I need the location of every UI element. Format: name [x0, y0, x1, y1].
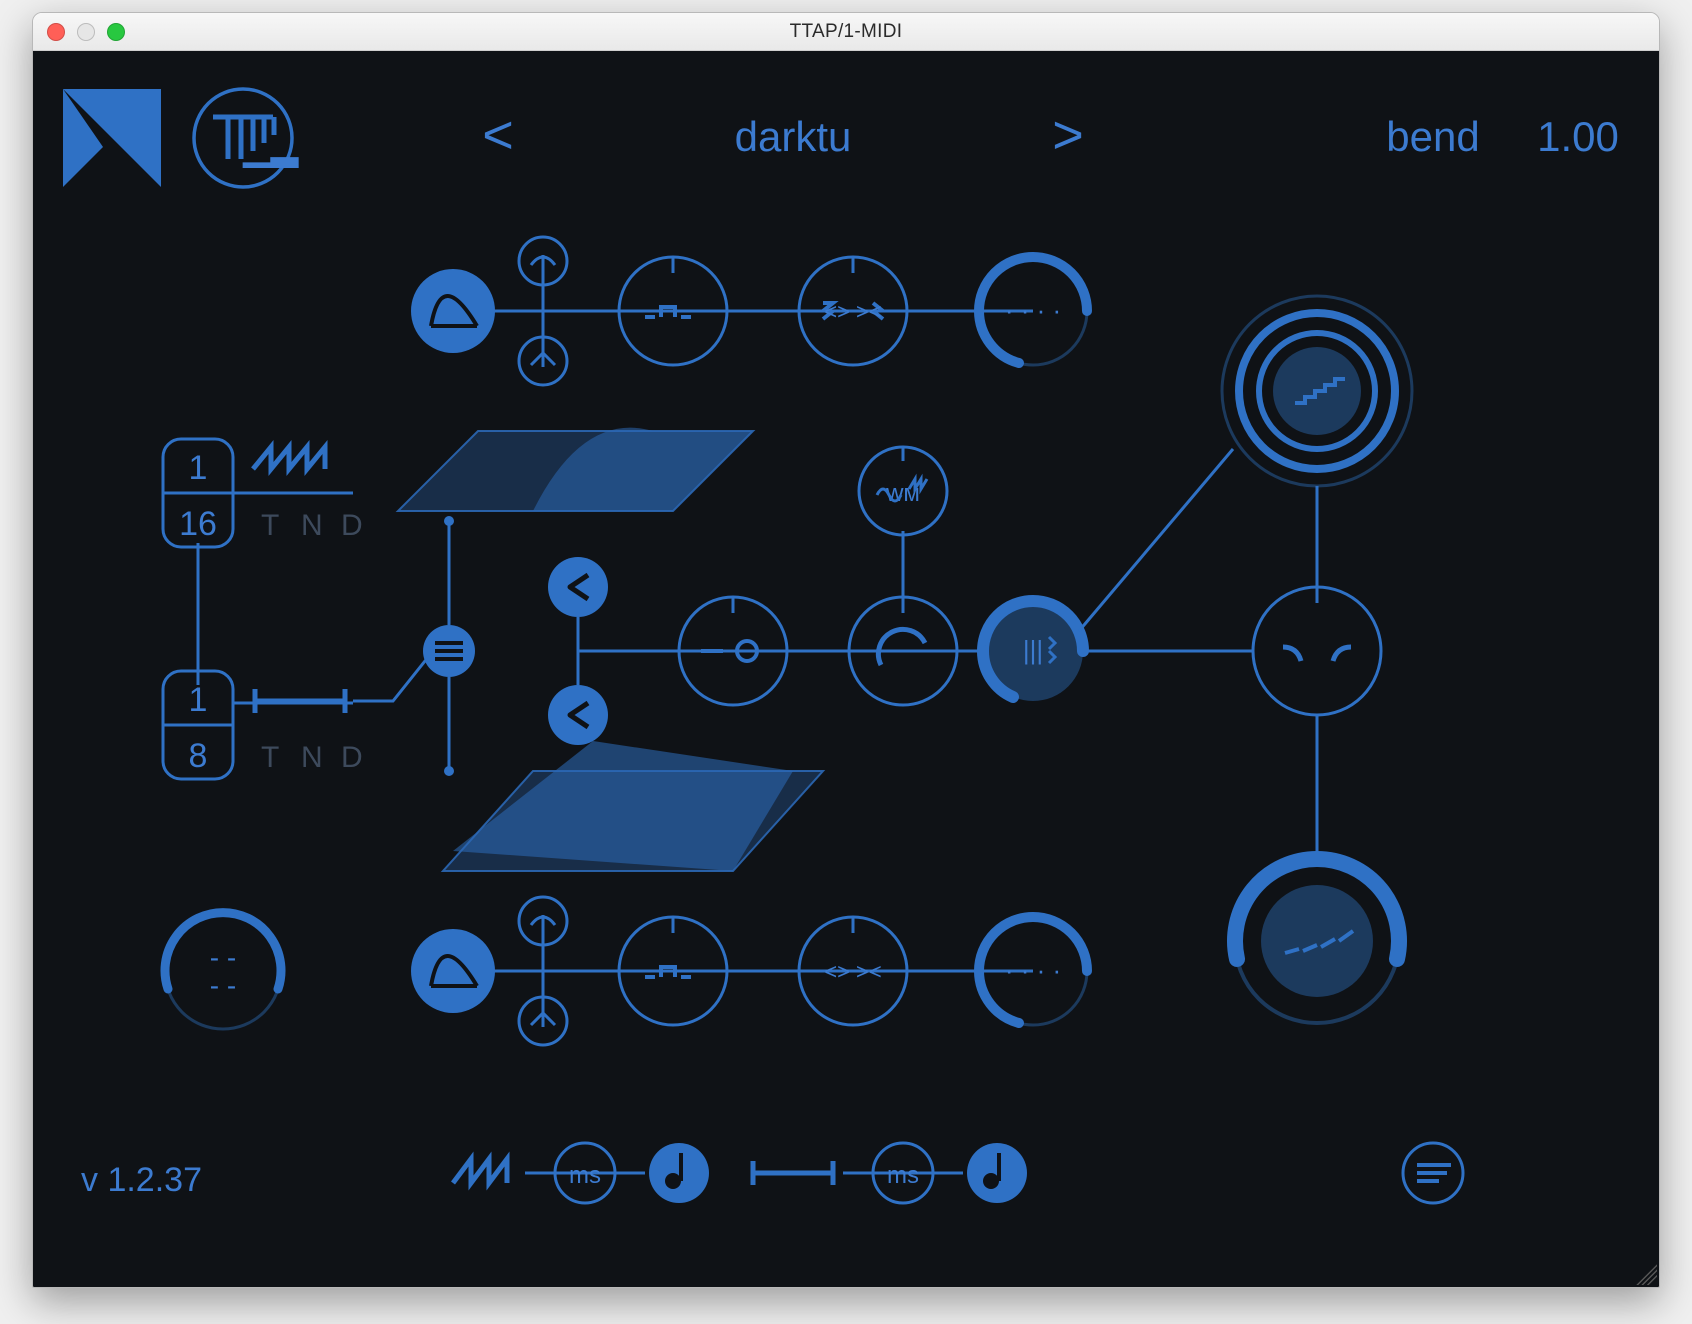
knob-output-b[interactable]	[1235, 859, 1399, 1023]
preset-prev-button[interactable]: <	[482, 105, 514, 165]
time-b-mode-n[interactable]: N	[301, 741, 323, 774]
knob-filter[interactable]	[1253, 587, 1381, 715]
minimize-icon[interactable]	[77, 23, 95, 41]
footer-note-1-button[interactable]	[649, 1143, 709, 1203]
time-a-mode-t[interactable]: T	[261, 509, 279, 542]
time-a-mode-n[interactable]: N	[301, 509, 323, 542]
time-a-mode-d[interactable]: D	[341, 509, 363, 542]
footer-wave-icon[interactable]	[453, 1159, 507, 1183]
tape-a-display[interactable]	[398, 428, 753, 511]
bars-icon: |||	[1023, 635, 1043, 665]
resize-grip-icon[interactable]	[1631, 1259, 1657, 1285]
width-glyph-icon: <> ><	[824, 299, 882, 324]
svg-text:ms: ms	[887, 1162, 919, 1189]
time-b-mode-t[interactable]: T	[261, 741, 279, 774]
send-inc-button[interactable]	[548, 685, 608, 745]
dash-icon: - -	[210, 942, 236, 973]
close-icon[interactable]	[47, 23, 65, 41]
maximize-icon[interactable]	[107, 23, 125, 41]
version-label: v 1.2.37	[81, 1161, 202, 1199]
send-dec-button[interactable]	[548, 557, 608, 617]
dots-icon: · · · ·	[1005, 955, 1061, 985]
tape-b-display[interactable]	[443, 741, 823, 871]
svg-text:ms: ms	[569, 1162, 601, 1189]
time-b-denominator[interactable]: 8	[189, 737, 208, 775]
time-a-denominator[interactable]: 16	[179, 505, 217, 543]
time-b-numerator[interactable]: 1	[189, 681, 208, 719]
time-b-selector[interactable]: 1 8	[163, 671, 353, 779]
window-controls	[47, 23, 125, 41]
knob-mod[interactable]: wᴍ	[859, 447, 947, 535]
time-a-numerator[interactable]: 1	[189, 449, 208, 487]
dash-icon: - -	[210, 970, 236, 1001]
width-glyph-icon: <> ><	[824, 959, 882, 984]
time-a-wave-icon[interactable]	[253, 447, 325, 469]
plugin-body: ▁▂ < darktu > bend 1.00	[33, 51, 1659, 1287]
time-b-mode-d[interactable]: D	[341, 741, 363, 774]
param-label[interactable]: bend	[1386, 113, 1479, 160]
env-b-shape-button[interactable]	[411, 929, 495, 1013]
routing-node-button[interactable]	[423, 625, 475, 677]
product-logo-icon[interactable]: ▁▂	[194, 89, 300, 187]
app-window: TTAP/1-MIDI ▁▂ < darktu > bend 1.00	[32, 12, 1660, 1288]
env-a-shape-button[interactable]	[411, 269, 495, 353]
dots-icon: · · · ·	[1005, 295, 1061, 325]
window-title: TTAP/1-MIDI	[33, 21, 1659, 43]
titlebar[interactable]: TTAP/1-MIDI	[33, 13, 1659, 51]
preset-next-button[interactable]: >	[1052, 105, 1084, 165]
knob-output-a[interactable]	[1222, 296, 1412, 486]
preset-name-display[interactable]: darktu	[735, 113, 852, 160]
footer-note-2-button[interactable]	[967, 1143, 1027, 1203]
knob-dry[interactable]: - - - -	[165, 913, 281, 1029]
brand-logo-icon[interactable]	[63, 89, 161, 187]
time-b-span-icon[interactable]	[255, 689, 345, 713]
footer-span-icon[interactable]	[753, 1161, 833, 1185]
menu-button[interactable]	[1403, 1143, 1463, 1203]
param-value[interactable]: 1.00	[1537, 113, 1619, 160]
knob-texture[interactable]: |||	[983, 601, 1083, 701]
